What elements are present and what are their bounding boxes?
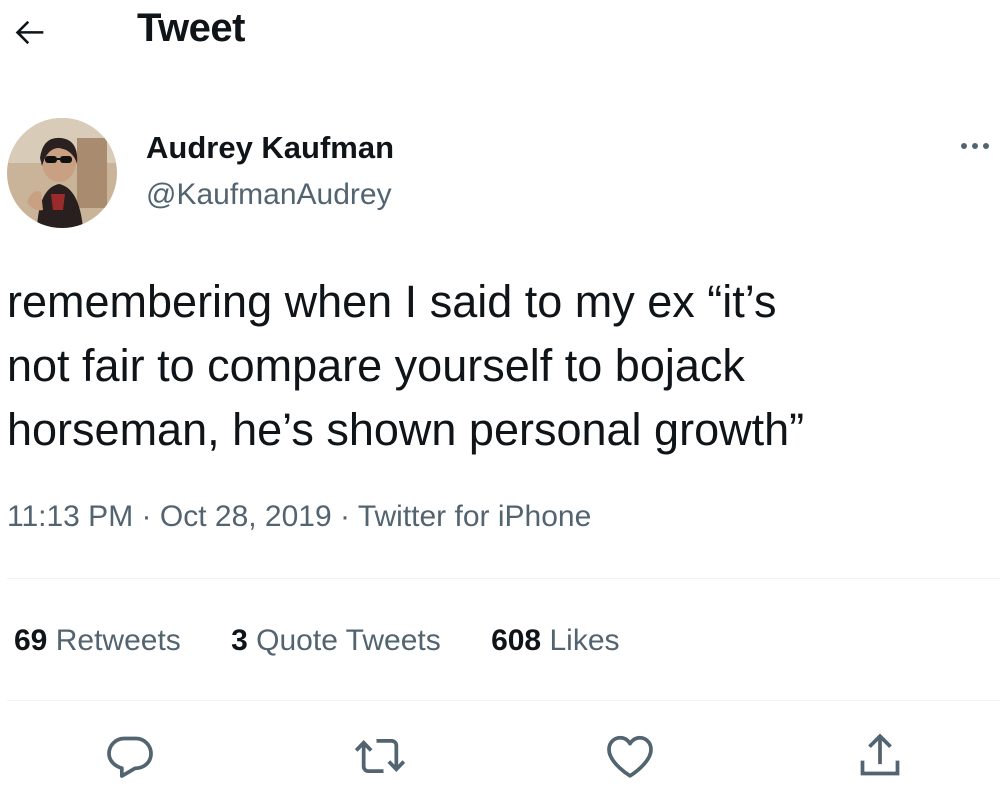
tweet-date[interactable]: Oct 28, 2019 (160, 500, 332, 533)
tweet-text-line: not fair to compare yourself to bojack (7, 340, 745, 391)
author-handle[interactable]: @KaufmanAudrey (146, 178, 392, 212)
retweets-stat[interactable]: 69 Retweets (14, 624, 181, 658)
more-horizontal-icon (961, 143, 989, 149)
likes-stat[interactable]: 608 Likes (491, 624, 619, 658)
likes-label: Likes (549, 624, 620, 657)
reply-icon (107, 736, 153, 778)
like-icon (607, 735, 653, 778)
retweets-label: Retweets (55, 624, 181, 657)
like-button[interactable] (602, 728, 658, 784)
retweets-count: 69 (14, 624, 48, 657)
divider (7, 578, 1000, 579)
tweet-source[interactable]: Twitter for iPhone (358, 500, 591, 533)
tweet-time[interactable]: 11:13 PM (7, 500, 133, 533)
quote-tweets-count: 3 (231, 624, 248, 657)
header-bar: Tweet (0, 0, 1000, 60)
back-button[interactable] (10, 12, 50, 52)
tweet-metadata: 11:13 PM · Oct 28, 2019 · Twitter for iP… (7, 500, 591, 534)
page-title: Tweet (137, 6, 245, 50)
tweet-text: remembering when I said to my ex “it’s n… (7, 270, 992, 462)
tweet-text-line: remembering when I said to my ex “it’s (7, 276, 777, 327)
retweet-icon (354, 738, 406, 774)
retweet-button[interactable] (352, 728, 408, 784)
tweet-text-line: horseman, he’s shown personal growth” (7, 404, 805, 455)
more-options-button[interactable] (950, 128, 998, 164)
avatar[interactable] (7, 118, 117, 228)
author-display-name[interactable]: Audrey Kaufman (146, 130, 394, 166)
likes-count: 608 (491, 624, 542, 657)
share-icon (860, 733, 900, 776)
meta-separator: · (141, 500, 152, 533)
meta-separator: · (340, 500, 351, 533)
quote-tweets-stat[interactable]: 3 Quote Tweets (231, 624, 441, 658)
reply-button[interactable] (102, 728, 158, 784)
quote-tweets-label: Quote Tweets (256, 624, 441, 657)
share-button[interactable] (852, 728, 908, 784)
divider (7, 700, 1000, 701)
engagement-stats: 69 Retweets 3 Quote Tweets 608 Likes (14, 624, 662, 658)
avatar-photo (7, 118, 117, 228)
action-bar (0, 728, 1000, 788)
arrow-left-icon (15, 20, 44, 45)
